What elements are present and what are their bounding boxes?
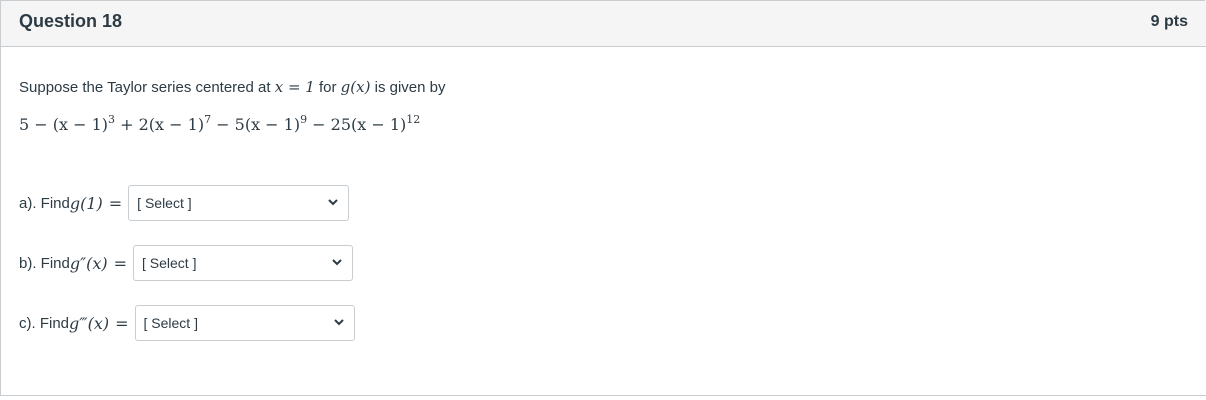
part-a-equals: = (108, 193, 123, 213)
series-exp-2: 7 (204, 113, 212, 126)
part-b-select[interactable]: [ Select ] (133, 245, 353, 281)
question-points: 9 pts (1150, 13, 1188, 30)
part-c-label: c). Find (19, 314, 70, 332)
series-exp-1: 3 (108, 113, 116, 126)
series-term-2: + 2(x − 1) (115, 115, 205, 134)
series-term-3: − 5(x − 1) (211, 115, 301, 134)
part-b-equals: = (113, 253, 127, 273)
bottom-divider (0, 395, 1206, 396)
part-c-select-value: [ Select ] (143, 315, 198, 331)
intro-text-after: is given by (370, 79, 446, 96)
series-term-1: 5 − (x − 1) (19, 115, 109, 134)
series-exp-4: 12 (406, 113, 421, 126)
question-intro: Suppose the Taylor series centered at x … (19, 78, 445, 96)
part-c-math: g‴(x) (69, 313, 110, 333)
part-a-select-value: [ Select ] (137, 195, 192, 211)
intro-text-middle: for (314, 79, 341, 96)
chevron-down-icon (332, 259, 342, 266)
part-c-row: c). Find g‴(x) = [ Select ] (19, 305, 355, 341)
part-c-select[interactable]: [ Select ] (134, 305, 355, 341)
intro-func-math: g(x) (340, 78, 371, 96)
series-term-4: − 25(x − 1) (307, 115, 407, 134)
part-a-label: a). Find (19, 194, 70, 212)
part-a-math: g(1) (69, 193, 103, 213)
intro-center-math: x = 1 (274, 78, 315, 96)
taylor-series-expression: 5 − (x − 1)3 + 2(x − 1)7 − 5(x − 1)9 − 2… (19, 113, 420, 134)
intro-text-before: Suppose the Taylor series centered at (19, 79, 275, 96)
part-b-select-value: [ Select ] (142, 255, 197, 271)
part-b-math: g″(x) (69, 253, 108, 273)
part-c-equals: = (115, 313, 129, 333)
part-a-select[interactable]: [ Select ] (128, 185, 350, 221)
part-b-label: b). Find (19, 254, 70, 272)
part-b-row: b). Find g″(x) = [ Select ] (19, 245, 353, 281)
question-header: Question 18 9 pts (1, 1, 1206, 47)
part-a-row: a). Find g(1) = [ Select ] (19, 185, 350, 221)
chevron-down-icon (333, 319, 344, 326)
question-card: Question 18 9 pts Suppose the Taylor ser… (0, 0, 1206, 396)
chevron-down-icon (328, 199, 338, 206)
question-title: Question 18 (19, 11, 123, 31)
